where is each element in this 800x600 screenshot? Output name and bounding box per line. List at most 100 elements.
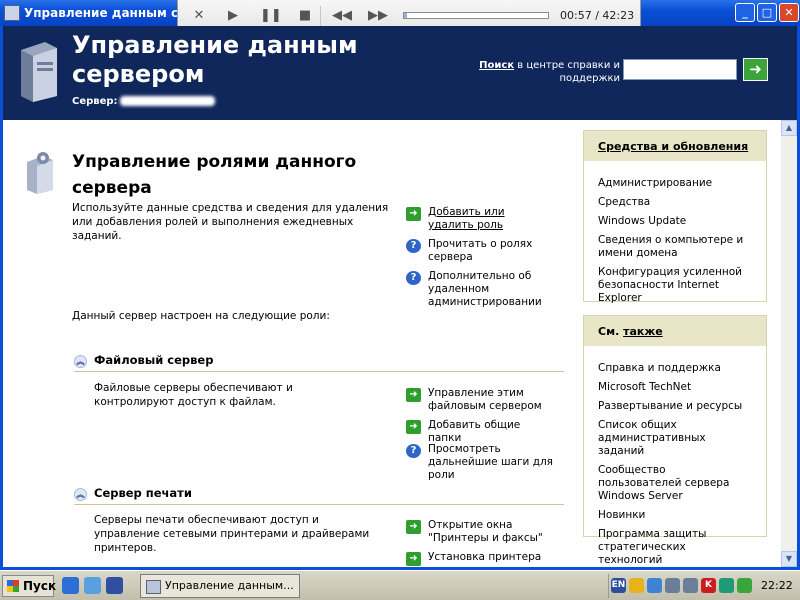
install-printer-link[interactable]: ➜ Установка принтера (406, 551, 556, 567)
manage-file-server-link[interactable]: ➜ Управление этим файловым сервером (406, 387, 556, 415)
read-about-roles-link[interactable]: ? Прочитать о ролях сервера (406, 238, 556, 266)
role-description: Файловые серверы обеспечивают и контроли… (94, 382, 293, 408)
page-header: Управление данным сервером Сервер: Поиск… (3, 26, 797, 120)
link-help-support[interactable]: Справка и поддержка (584, 362, 766, 375)
system-tray: EN K 22:22 (608, 574, 798, 598)
search-label: Поиск в центре справки и поддержки (473, 59, 620, 85)
sync-icon[interactable] (719, 578, 734, 593)
action-label: Установка принтера (428, 551, 542, 563)
link-windows-update[interactable]: Windows Update (584, 215, 766, 228)
antivirus-icon[interactable]: K (701, 578, 716, 593)
action-label: Добавить или удалить роль (428, 206, 505, 231)
agent-icon[interactable] (737, 578, 752, 593)
minimize-button[interactable]: _ (735, 3, 755, 22)
network-icon[interactable] (647, 578, 662, 593)
clock[interactable]: 22:22 (761, 579, 793, 592)
tools-panel-title: Средства и обновления (598, 140, 749, 153)
help-icon: ? (406, 271, 421, 285)
network-connection-icon[interactable] (665, 578, 680, 593)
action-label: Добавить общие папки (428, 419, 521, 444)
seek-bar-fill (404, 13, 408, 18)
taskbar-window-button[interactable]: Управление данным... (140, 574, 300, 598)
panel-title: См. также (584, 316, 766, 346)
link-tools[interactable]: Средства (584, 196, 766, 209)
show-desktop-icon[interactable] (84, 577, 101, 594)
arrow-go-icon: ➜ (406, 207, 421, 221)
role-header-print-server[interactable]: ︽ Сервер печати (74, 486, 192, 501)
add-remove-role-link[interactable]: ➜ Добавить или удалить роль (406, 206, 556, 234)
start-button[interactable]: Пуск (2, 575, 56, 597)
remote-admin-info-link[interactable]: ? Дополнительно об удаленном администрир… (406, 270, 556, 310)
scroll-down-icon[interactable]: ▼ (781, 551, 797, 567)
search-input[interactable] (623, 59, 737, 80)
open-printers-faxes-link[interactable]: ➜ Открытие окна "Принтеры и факсы" (406, 519, 556, 547)
see-also-panel: См. также Справка и поддержка Microsoft … (583, 315, 767, 566)
window-app-icon[interactable] (4, 5, 20, 21)
help-icon: ? (406, 444, 421, 458)
network-connection-2-icon[interactable] (683, 578, 698, 593)
action-label: Управление этим файловым сервером (428, 387, 542, 412)
window-frame-left (0, 26, 3, 568)
server-roles-icon (27, 152, 53, 194)
help-icon: ? (406, 239, 421, 253)
language-indicator[interactable]: EN (611, 578, 626, 593)
tools-updates-panel: Средства и обновления Администрирование … (583, 130, 767, 305)
taskbar: Пуск Управление данным... EN K 22:22 (0, 570, 800, 600)
role-title: Файловый сервер (94, 353, 214, 367)
maximize-button[interactable]: □ (757, 3, 777, 22)
close-button[interactable]: ✕ (779, 3, 799, 22)
arrow-go-icon: ➜ (406, 420, 421, 434)
collapse-chevron-icon[interactable]: ︽ (74, 488, 87, 501)
intro-text: Используйте данные средства и сведения д… (72, 202, 389, 242)
link-technet[interactable]: Microsoft TechNet (584, 381, 766, 394)
save-icon[interactable] (106, 577, 123, 594)
configured-roles-text: Данный сервер настроен на следующие роли… (72, 310, 330, 322)
tools-list: Администрирование Средства Windows Updat… (584, 161, 766, 305)
page-title: Управление данным сервером (72, 31, 358, 88)
link-deployment[interactable]: Развертывание и ресурсы (584, 400, 766, 413)
fast-forward-icon[interactable]: ▶▶ (368, 8, 388, 24)
playback-time: 00:57 / 42:23 (560, 9, 635, 22)
see-also-title-underlined: также (623, 325, 663, 338)
close-icon[interactable]: ✕ (190, 8, 208, 24)
stop-icon[interactable]: ■ (296, 8, 314, 24)
role-header-file-server[interactable]: ︽ Файловый сервер (74, 353, 213, 368)
panel-title: Средства и обновления (584, 131, 766, 161)
media-separator (320, 6, 321, 26)
link-computer-info[interactable]: Сведения о компьютере и имени домена (584, 234, 766, 260)
server-icon (21, 42, 57, 102)
link-community[interactable]: Сообщество пользователей сервера Windows… (584, 464, 766, 503)
action-label: Дополнительно об удаленном администриров… (428, 270, 542, 308)
view-next-steps-link[interactable]: ? Просмотреть дальнейшие шаги для роли (406, 443, 566, 481)
link-admin-tasks[interactable]: Список общих административных заданий (584, 419, 766, 458)
redacted-server-name (119, 96, 215, 106)
arrow-go-icon: ➜ (406, 552, 421, 566)
search-go-button[interactable]: ➜ (743, 58, 768, 81)
security-shield-icon[interactable] (629, 578, 644, 593)
link-ie-security[interactable]: Конфигурация усиленной безопасности Inte… (584, 266, 766, 305)
see-also-list: Справка и поддержка Microsoft TechNet Ра… (584, 346, 766, 567)
server-name-label: Сервер: (72, 96, 215, 107)
search-link[interactable]: Поиск (479, 60, 514, 71)
link-strategic-tech[interactable]: Программа защиты стратегических технолог… (584, 528, 766, 567)
divider (74, 371, 564, 372)
role-title: Сервер печати (94, 486, 192, 500)
main-content: Управление ролями данного сервера Исполь… (3, 120, 781, 567)
action-label: Прочитать о ролях сервера (428, 238, 533, 263)
arrow-go-icon: ➜ (406, 388, 421, 402)
rewind-icon[interactable]: ◀◀ (332, 8, 352, 24)
server-label: Сервер: (72, 96, 118, 107)
vertical-scrollbar[interactable]: ▲ ▼ (781, 120, 797, 567)
seek-bar[interactable] (403, 12, 549, 19)
add-shared-folders-link[interactable]: ➜ Добавить общие папки (406, 419, 556, 444)
see-also-title-prefix: См. (598, 325, 624, 338)
play-icon[interactable]: ▶ (224, 8, 242, 24)
ie-icon[interactable] (62, 577, 79, 594)
link-administration[interactable]: Администрирование (584, 177, 766, 190)
section-heading: Управление ролями данного сервера (72, 152, 357, 198)
pause-icon[interactable]: ❚❚ (260, 8, 282, 24)
collapse-chevron-icon[interactable]: ︽ (74, 355, 87, 368)
scroll-up-icon[interactable]: ▲ (781, 120, 797, 136)
arrow-go-icon: ➜ (406, 520, 421, 534)
link-whats-new[interactable]: Новинки (584, 509, 766, 522)
